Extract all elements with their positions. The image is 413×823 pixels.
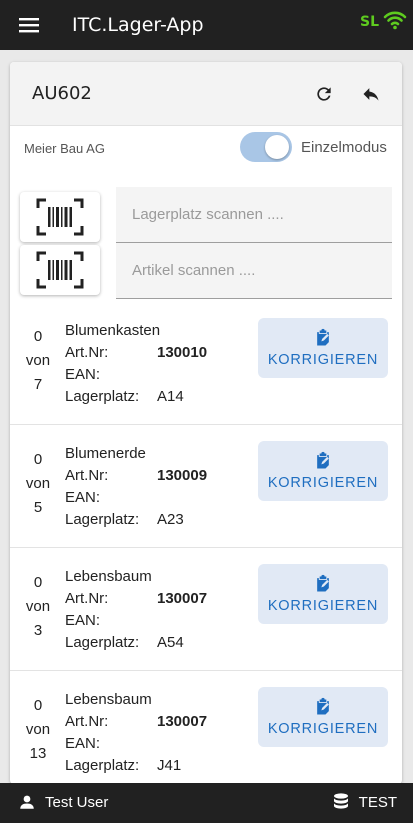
qty-von: von	[25, 475, 51, 492]
artnr-label: Art.Nr:	[65, 590, 109, 607]
app-title: ITC.Lager-App	[72, 14, 204, 36]
toggle-knob	[265, 135, 289, 159]
korrigieren-button[interactable]: KORRIGIEREN	[258, 687, 388, 747]
lagerplatz-label: Lagerplatz:	[65, 757, 140, 774]
korrigieren-label: KORRIGIEREN	[267, 475, 379, 491]
customer-name: Meier Bau AG	[24, 140, 105, 156]
qty-von: von	[25, 352, 51, 369]
current-user: Test User	[18, 793, 108, 811]
article-name: Blumenkasten	[65, 322, 161, 339]
artnr-value: 130007	[157, 590, 208, 607]
ean-label: EAN:	[65, 489, 101, 506]
single-mode-label: Einzelmodus	[301, 139, 387, 156]
back-button[interactable]	[357, 80, 385, 108]
refresh-icon	[317, 87, 331, 101]
korrigieren-label: KORRIGIEREN	[267, 721, 379, 737]
database-icon	[333, 793, 348, 809]
customer-row: Meier Bau AG Einzelmodus	[10, 126, 402, 170]
korrigieren-button[interactable]: KORRIGIEREN	[258, 564, 388, 624]
reply-arrow-icon	[363, 88, 379, 101]
artnr-value: 130007	[157, 713, 208, 730]
status-label: SL	[359, 14, 379, 30]
lagerplatz-value: A54	[157, 634, 184, 651]
list-item: 0 von 13 Lebensbaum Art.Nr: 130007 EAN: …	[10, 671, 402, 784]
artnr-value: 130010	[157, 344, 208, 361]
order-card: AU602 Meier Bau AG Einzelmodus Lagerplat…	[10, 62, 402, 784]
list-item: 0 von 7 Blumenkasten Art.Nr: 130010 EAN:…	[10, 302, 402, 425]
scan-article-button[interactable]	[20, 245, 100, 295]
korrigieren-label: KORRIGIEREN	[267, 352, 379, 368]
ean-label: EAN:	[65, 735, 101, 752]
article-name: Blumenerde	[65, 445, 146, 462]
order-id: AU602	[32, 83, 92, 104]
footer-bar: Test User TEST	[0, 783, 413, 823]
qty-total: 5	[33, 499, 43, 516]
qty-von: von	[25, 721, 51, 738]
qty-total: 13	[29, 745, 47, 762]
korrigieren-button[interactable]: KORRIGIEREN	[258, 441, 388, 501]
person-icon	[20, 795, 34, 809]
artnr-label: Art.Nr:	[65, 344, 109, 361]
article-list: 0 von 7 Blumenkasten Art.Nr: 130010 EAN:…	[10, 302, 402, 784]
order-header: AU602	[10, 62, 402, 126]
refresh-button[interactable]	[310, 80, 338, 108]
ean-label: EAN:	[65, 366, 101, 383]
lagerplatz-label: Lagerplatz:	[65, 388, 140, 405]
artnr-label: Art.Nr:	[65, 467, 109, 484]
article-name: Lebensbaum	[65, 568, 152, 585]
qty-done: 0	[33, 451, 43, 468]
qty-done: 0	[33, 328, 43, 345]
ean-label: EAN:	[65, 612, 101, 629]
lagerplatz-value: J41	[157, 757, 182, 774]
list-item: 0 von 5 Blumenerde Art.Nr: 130009 EAN: L…	[10, 425, 402, 548]
database-indicator: TEST	[333, 793, 397, 811]
artnr-label: Art.Nr:	[65, 713, 109, 730]
qty-done: 0	[33, 697, 43, 714]
korrigieren-button[interactable]: KORRIGIEREN	[258, 318, 388, 378]
connection-status: SL	[360, 10, 407, 30]
clipboard-edit-icon	[317, 451, 329, 469]
scan-location-button[interactable]	[20, 192, 100, 242]
single-mode-toggle[interactable]	[240, 132, 292, 162]
wifi-icon	[383, 11, 407, 30]
lagerplatz-label: Lagerplatz:	[65, 634, 140, 651]
lagerplatz-value: A23	[157, 511, 184, 528]
location-scan-input[interactable]	[132, 206, 392, 223]
article-name: Lebensbaum	[65, 691, 152, 708]
qty-von: von	[25, 598, 51, 615]
menu-button[interactable]	[0, 0, 58, 50]
lagerplatz-value: A14	[157, 388, 184, 405]
barcode-scan-icon	[36, 251, 84, 289]
database-name: TEST	[358, 793, 397, 811]
barcode-scan-icon	[36, 198, 84, 236]
clipboard-edit-icon	[317, 697, 329, 715]
location-scan-field[interactable]	[116, 187, 392, 243]
lagerplatz-label: Lagerplatz:	[65, 511, 140, 528]
qty-total: 7	[33, 376, 43, 393]
qty-total: 3	[33, 622, 43, 639]
clipboard-edit-icon	[317, 574, 329, 592]
artnr-value: 130009	[157, 467, 208, 484]
list-item: 0 von 3 Lebensbaum Art.Nr: 130007 EAN: L…	[10, 548, 402, 671]
app-bar: ITC.Lager-App SL	[0, 0, 413, 50]
article-scan-input[interactable]	[132, 262, 392, 279]
user-name: Test User	[45, 793, 109, 811]
article-scan-field[interactable]	[116, 243, 392, 299]
korrigieren-label: KORRIGIEREN	[267, 598, 379, 614]
qty-done: 0	[33, 574, 43, 591]
hamburger-menu-icon	[19, 18, 39, 33]
clipboard-edit-icon	[317, 328, 329, 346]
